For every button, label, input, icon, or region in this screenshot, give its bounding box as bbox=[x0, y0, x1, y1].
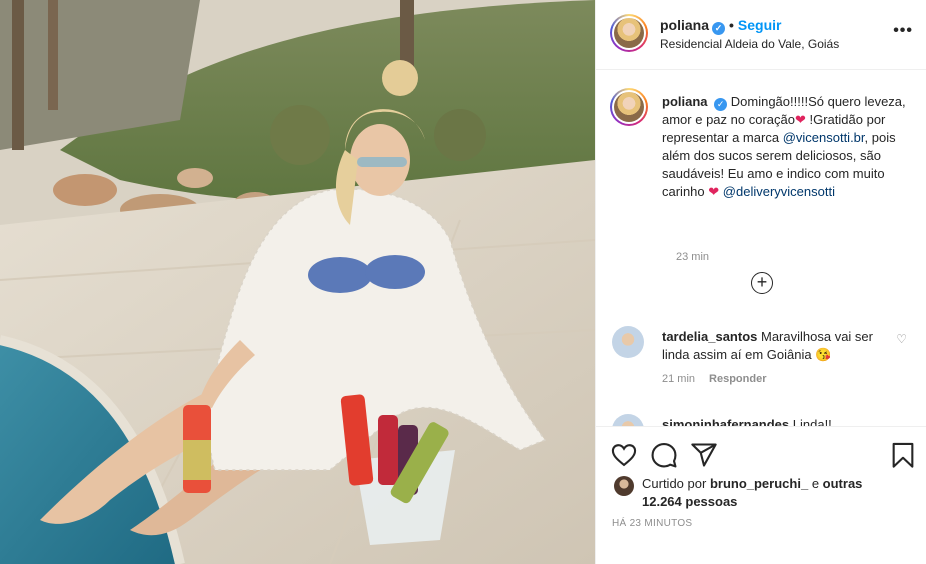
kiss-emoji: 😘 bbox=[815, 347, 832, 362]
post-photo[interactable] bbox=[0, 0, 595, 564]
likes-conjunction: e bbox=[811, 476, 820, 491]
mention-link[interactable]: @deliveryvicensotti bbox=[723, 184, 835, 199]
verified-badge-icon: ✓ bbox=[714, 98, 728, 111]
caption-text: poliana ✓ Domingão!!!!!Só quero leveza, … bbox=[662, 93, 912, 201]
comment-text: tardelia_santos Maravilhosa vai ser lind… bbox=[662, 328, 880, 364]
verified-badge-icon: ✓ bbox=[712, 22, 726, 35]
reply-button[interactable]: Responder bbox=[709, 373, 766, 385]
comments-section[interactable]: poliana ✓ Domingão!!!!!Só quero leveza, … bbox=[596, 71, 926, 426]
comment-body: Linda!! bbox=[792, 417, 832, 426]
caption-time[interactable]: 23 min bbox=[676, 251, 709, 263]
heart-emoji: ❤ bbox=[708, 184, 720, 199]
comment-time[interactable]: 21 min bbox=[662, 373, 695, 385]
comment-text: simoninhafernandes Linda!! bbox=[662, 416, 880, 426]
photo-illustration bbox=[0, 0, 595, 564]
comment-heart-icon[interactable]: ♡ bbox=[896, 332, 907, 346]
share-icon[interactable] bbox=[690, 441, 718, 469]
liker-username[interactable]: bruno_peruchi_ bbox=[710, 476, 808, 491]
post-timestamp[interactable]: HÁ 23 MINUTOS bbox=[612, 518, 692, 529]
add-circle-icon[interactable]: + bbox=[751, 272, 773, 294]
liker-avatar[interactable] bbox=[614, 476, 634, 496]
separator-dot: • bbox=[729, 17, 734, 33]
caption-avatar[interactable] bbox=[610, 88, 648, 126]
commenter-avatar[interactable] bbox=[612, 414, 644, 426]
comment-icon[interactable] bbox=[650, 441, 678, 469]
heart-emoji: ❤ bbox=[794, 112, 806, 127]
likes-prefix: Curtido por bbox=[642, 476, 707, 491]
bookmark-icon[interactable] bbox=[889, 441, 917, 469]
post-actions: Curtido por bruno_peruchi_ e outras 12.2… bbox=[596, 426, 926, 564]
comment-username[interactable]: simoninhafernandes bbox=[662, 417, 789, 426]
commenter-avatar[interactable] bbox=[612, 326, 644, 358]
mention-link[interactable]: @vicensotti.br bbox=[783, 130, 865, 145]
post-side-panel: poliana ✓ • Seguir Residencial Aldeia do Va… bbox=[595, 0, 926, 564]
follow-button[interactable]: Seguir bbox=[738, 17, 782, 33]
post-header: poliana ✓ • Seguir Residencial Aldeia do Va… bbox=[596, 0, 926, 70]
comment-meta: 21 min Responder bbox=[662, 373, 767, 385]
author-line: poliana ✓ • Seguir bbox=[660, 17, 782, 35]
likes-text: Curtido por bruno_peruchi_ e outras 12.2… bbox=[642, 475, 872, 511]
caption-username[interactable]: poliana bbox=[662, 94, 708, 109]
comment-username[interactable]: tardelia_santos bbox=[662, 329, 757, 344]
more-options-icon[interactable]: ••• bbox=[893, 22, 913, 40]
post-location[interactable]: Residencial Aldeia do Vale, Goiás bbox=[660, 37, 839, 51]
author-avatar[interactable] bbox=[610, 14, 648, 52]
author-username[interactable]: poliana bbox=[660, 17, 709, 33]
instagram-post-view: poliana ✓ • Seguir Residencial Aldeia do Va… bbox=[0, 0, 926, 564]
heart-icon[interactable] bbox=[610, 441, 638, 469]
